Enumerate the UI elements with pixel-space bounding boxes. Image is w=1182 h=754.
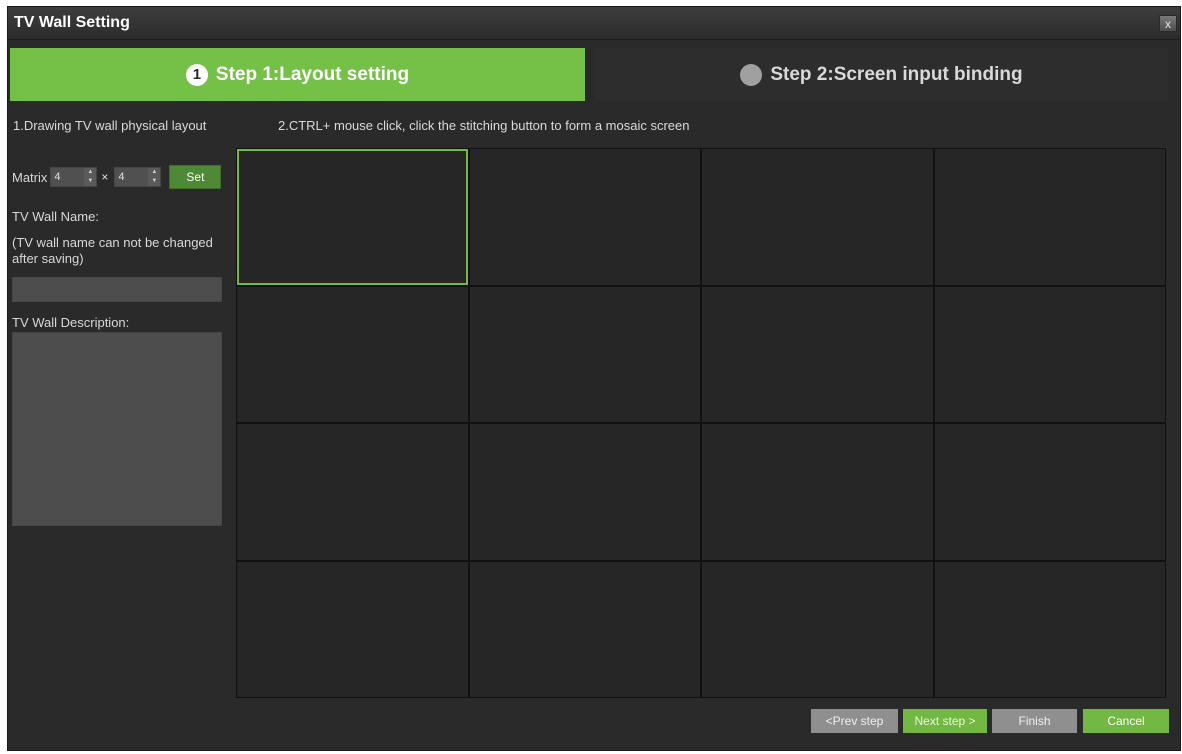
instruction-drawing-layout: 1.Drawing TV wall physical layout (13, 118, 207, 133)
matrix-label: Matrix (12, 169, 48, 185)
screen-cell[interactable] (702, 424, 933, 560)
step-2-number-icon: 2 (740, 63, 763, 86)
prev-step-button[interactable]: <Prev step (811, 709, 898, 733)
tv-wall-name-label: TV Wall Name: (12, 209, 99, 224)
screen-cell[interactable] (702, 561, 933, 697)
cancel-button[interactable]: Cancel (1083, 709, 1169, 733)
spin-up-icon[interactable]: ▲ (84, 168, 96, 177)
times-symbol: × (101, 170, 109, 184)
screen-cell[interactable] (934, 286, 1165, 422)
window-title: TV Wall Setting (14, 14, 130, 31)
spin-down-icon[interactable]: ▼ (84, 177, 96, 186)
set-matrix-button[interactable]: Set (169, 165, 222, 189)
screen-cell[interactable] (469, 561, 700, 697)
matrix-rows-arrows[interactable]: ▲ ▼ (84, 168, 97, 186)
matrix-rows-input[interactable] (51, 168, 85, 186)
finish-button[interactable]: Finish (992, 709, 1077, 733)
screen-cell[interactable] (237, 149, 468, 285)
screen-cell[interactable] (237, 561, 468, 697)
tab-step-2-screen-input-binding[interactable]: 2 Step 2:Screen input binding (595, 48, 1168, 101)
screen-cell[interactable] (237, 286, 468, 422)
screen-cell[interactable] (934, 424, 1165, 560)
step-1-number-icon: 1 (185, 63, 208, 86)
screen-cell[interactable] (702, 149, 933, 285)
title-bar: TV Wall Setting x (8, 7, 1180, 40)
next-step-button[interactable]: Next step > (903, 709, 987, 733)
matrix-cols-input[interactable] (115, 168, 149, 186)
tv-wall-description-label: TV Wall Description: (12, 315, 130, 330)
tv-wall-name-hint: (TV wall name can not be changed after s… (12, 235, 213, 266)
matrix-rows-spinbox[interactable]: ▲ ▼ (50, 167, 98, 187)
tv-wall-layout-grid (236, 148, 1166, 698)
screen-cell[interactable] (934, 149, 1165, 285)
tv-wall-description-input[interactable] (12, 332, 222, 526)
screen-cell[interactable] (934, 561, 1165, 697)
spin-up-icon[interactable]: ▲ (148, 168, 160, 177)
screen-cell[interactable] (469, 286, 700, 422)
matrix-settings: Matrix ▲ ▼ × ▲ ▼ Set (12, 165, 232, 189)
matrix-cols-arrows[interactable]: ▲ ▼ (148, 168, 161, 186)
step-1-label: Step 1:Layout setting (215, 63, 410, 85)
tv-wall-name-input[interactable] (12, 277, 222, 302)
screen-cell[interactable] (237, 424, 468, 560)
close-button[interactable]: x (1159, 15, 1177, 32)
matrix-cols-spinbox[interactable]: ▲ ▼ (114, 167, 162, 187)
screen-cell[interactable] (469, 424, 700, 560)
spin-down-icon[interactable]: ▼ (148, 177, 160, 186)
screen-cell[interactable] (469, 149, 700, 285)
step-tabs: 1 Step 1:Layout setting 2 Step 2:Screen … (10, 48, 1168, 101)
step-2-label: Step 2:Screen input binding (770, 63, 1023, 85)
screen-cell[interactable] (702, 286, 933, 422)
tab-step-1-layout-setting[interactable]: 1 Step 1:Layout setting (10, 48, 585, 101)
instruction-ctrl-click: 2.CTRL+ mouse click, click the stitching… (278, 118, 690, 133)
